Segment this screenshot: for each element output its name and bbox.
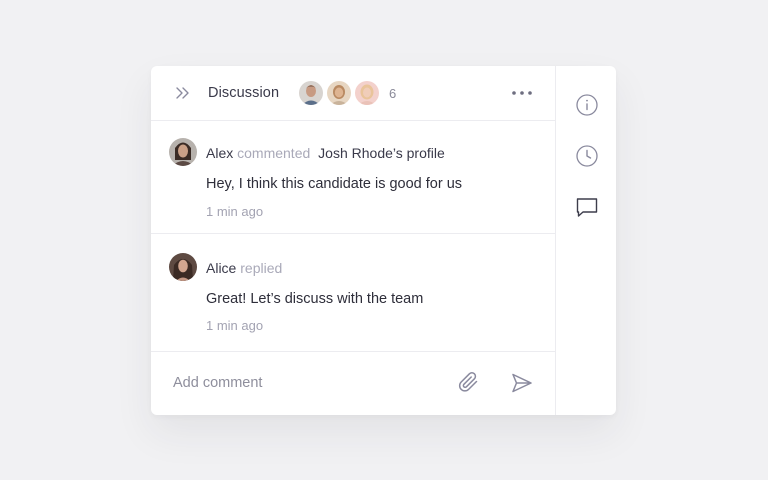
discussion-title: Discussion: [208, 85, 280, 101]
more-horizontal-icon: [512, 91, 532, 95]
comment-author[interactable]: Alice: [206, 260, 236, 276]
discussion-header: Discussion 6: [151, 66, 555, 121]
participant-count[interactable]: 6: [389, 86, 396, 101]
chevrons-right-icon: [176, 87, 189, 99]
participant-avatar[interactable]: [354, 80, 380, 106]
comment-author[interactable]: Alex: [206, 145, 233, 161]
comment-header: Alex commented Josh Rhode’s profile: [206, 145, 445, 161]
avatar[interactable]: [169, 138, 197, 166]
send-icon: [512, 373, 532, 393]
comment-body: Great! Let’s discuss with the team: [206, 291, 424, 307]
side-toolbar: [555, 66, 616, 415]
comment-item: Alex commented Josh Rhode’s profile Hey,…: [151, 121, 555, 234]
discussion-button[interactable]: [575, 195, 599, 219]
comment-timestamp: 1 min ago: [206, 318, 264, 333]
avatar[interactable]: [169, 253, 197, 281]
paperclip-icon: [458, 372, 478, 392]
comment-item: Alice replied Great! Let’s discuss with …: [151, 234, 555, 352]
attach-file-button[interactable]: [457, 370, 481, 396]
history-button[interactable]: [575, 144, 599, 168]
participant-avatar[interactable]: [326, 80, 352, 106]
comment-target-link[interactable]: Josh Rhode’s profile: [318, 145, 445, 161]
message-square-icon: [576, 198, 598, 217]
discussion-main: Discussion 6 Alex commented Josh Rhode’s…: [151, 66, 555, 415]
comment-action: commented: [237, 145, 311, 161]
info-button[interactable]: [575, 93, 599, 117]
add-comment-input[interactable]: [173, 366, 423, 400]
comment-timestamp: 1 min ago: [206, 204, 264, 219]
comment-composer: [151, 352, 555, 415]
info-icon: [576, 94, 598, 116]
send-comment-button[interactable]: [510, 372, 534, 394]
comment-action: replied: [240, 260, 283, 276]
participant-avatar[interactable]: [298, 80, 324, 106]
comment-body: Hey, I think this candidate is good for …: [206, 176, 463, 192]
comment-header: Alice replied: [206, 260, 282, 276]
clock-icon: [576, 145, 598, 167]
collapse-panel-button[interactable]: [174, 85, 192, 101]
discussion-panel: Discussion 6 Alex commented Josh Rhode’s…: [151, 66, 616, 415]
more-options-button[interactable]: [511, 86, 533, 100]
